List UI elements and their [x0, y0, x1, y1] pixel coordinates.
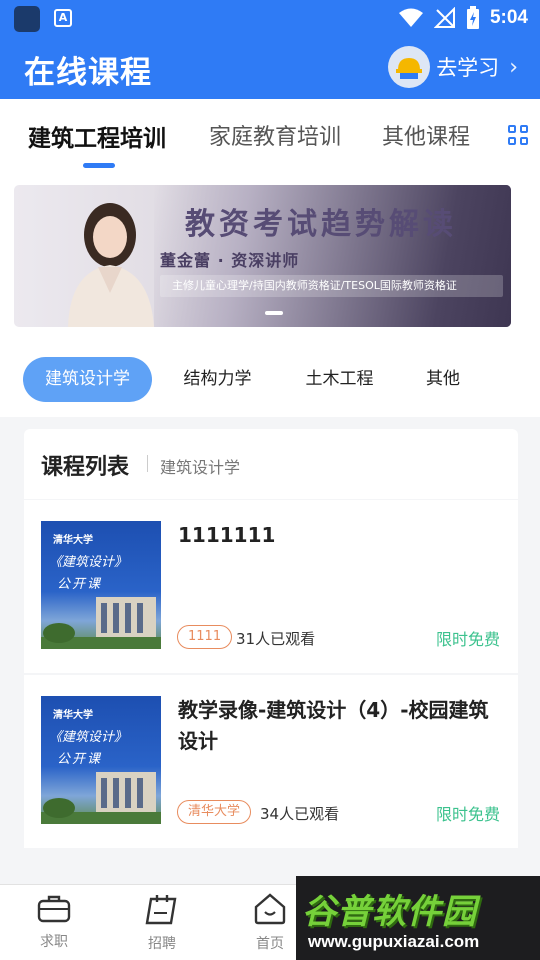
hard-hat-icon — [396, 58, 423, 79]
app-header: 在线课程 去学习 › — [0, 36, 540, 99]
subcategory-chips: 建筑设计学 结构力学 土木工程 其他 — [0, 355, 540, 405]
price-label: 限时免费 — [435, 630, 500, 649]
chip-structural-mechanics[interactable]: 结构力学 — [162, 357, 273, 402]
notepad-icon — [145, 895, 177, 925]
course-list-subtitle: 建筑设计学 — [160, 458, 241, 477]
clock: 5:04 — [489, 7, 528, 28]
home-icon — [254, 893, 286, 925]
page-title: 在线课程 — [24, 55, 152, 91]
course-title: 1111111 — [178, 523, 276, 547]
battery-charging-icon — [466, 6, 479, 29]
course-list-title: 课程列表 — [41, 455, 130, 480]
app-notification-icon — [14, 6, 40, 32]
tab-construction-training[interactable]: 建筑工程培训 — [28, 119, 166, 153]
go-study-label: 去学习 — [436, 56, 500, 80]
chevron-right-icon: › — [509, 54, 518, 80]
course-thumbnail: 清华大学 《建筑设计》 公开课 — [41, 696, 161, 824]
view-count: 34人已观看 — [260, 805, 340, 823]
grid-menu-icon[interactable] — [508, 125, 528, 145]
lecturer-photo — [68, 203, 154, 327]
category-tabs: 建筑工程培训 家庭教育培训 其他课程 — [0, 99, 540, 177]
tab-other-courses[interactable]: 其他课程 — [382, 119, 470, 151]
banner-qualifications: 主修儿童心理学/持国内教师资格证/TESOL国际教师资格证 — [160, 275, 503, 297]
divider — [147, 455, 148, 472]
font-app-icon: A — [54, 9, 72, 27]
course-list-header: 课程列表 建筑设计学 — [24, 429, 518, 499]
course-tag: 1111 — [177, 625, 233, 649]
watermark-url: www.gupuxiazai.com — [308, 932, 480, 951]
go-study-button[interactable]: 去学习 › — [388, 46, 518, 88]
wifi-icon — [398, 8, 423, 27]
chip-architectural-design[interactable]: 建筑设计学 — [23, 357, 152, 402]
avatar — [388, 46, 431, 88]
tab-family-education[interactable]: 家庭教育培训 — [209, 119, 341, 151]
course-tag: 清华大学 — [177, 800, 252, 824]
course-thumbnail: 清华大学 《建筑设计》 公开课 — [41, 521, 161, 649]
course-item[interactable]: 清华大学 《建筑设计》 公开课 教学录像-建筑设计（4）-校园建筑设计 清华大学… — [24, 675, 518, 848]
building-image — [41, 597, 161, 649]
view-count: 31人已观看 — [236, 630, 316, 648]
banner-title: 教资考试趋势解读 — [185, 207, 457, 242]
status-bar: A 5:04 — [0, 0, 540, 36]
nav-home[interactable]: 首页 — [240, 893, 300, 953]
site-watermark: 谷普软件园 www.gupuxiazai.com — [296, 876, 540, 960]
promo-banner[interactable]: 教资考试趋势解读 董金蕾 · 资深讲师 主修儿童心理学/持国内教师资格证/TES… — [14, 185, 511, 327]
course-item[interactable]: 清华大学 《建筑设计》 公开课 1111111 1111 31人已观看 限时免费 — [24, 500, 518, 673]
no-signal-icon — [433, 7, 455, 28]
nav-recruitment[interactable]: 招聘 — [132, 893, 192, 953]
watermark-brand: 谷普软件园 — [302, 892, 477, 932]
building-image — [41, 772, 161, 824]
banner-teacher: 董金蕾 · 资深讲师 — [160, 251, 300, 270]
nav-job-seeking[interactable]: 求职 — [24, 893, 84, 951]
briefcase-icon — [37, 895, 71, 923]
price-label: 限时免费 — [435, 805, 500, 824]
active-tab-indicator — [83, 163, 115, 168]
chip-other[interactable]: 其他 — [406, 357, 480, 402]
carousel-indicator — [265, 311, 283, 315]
course-title: 教学录像-建筑设计（4）-校园建筑设计 — [178, 698, 489, 753]
chip-civil-engineering[interactable]: 土木工程 — [284, 357, 395, 402]
